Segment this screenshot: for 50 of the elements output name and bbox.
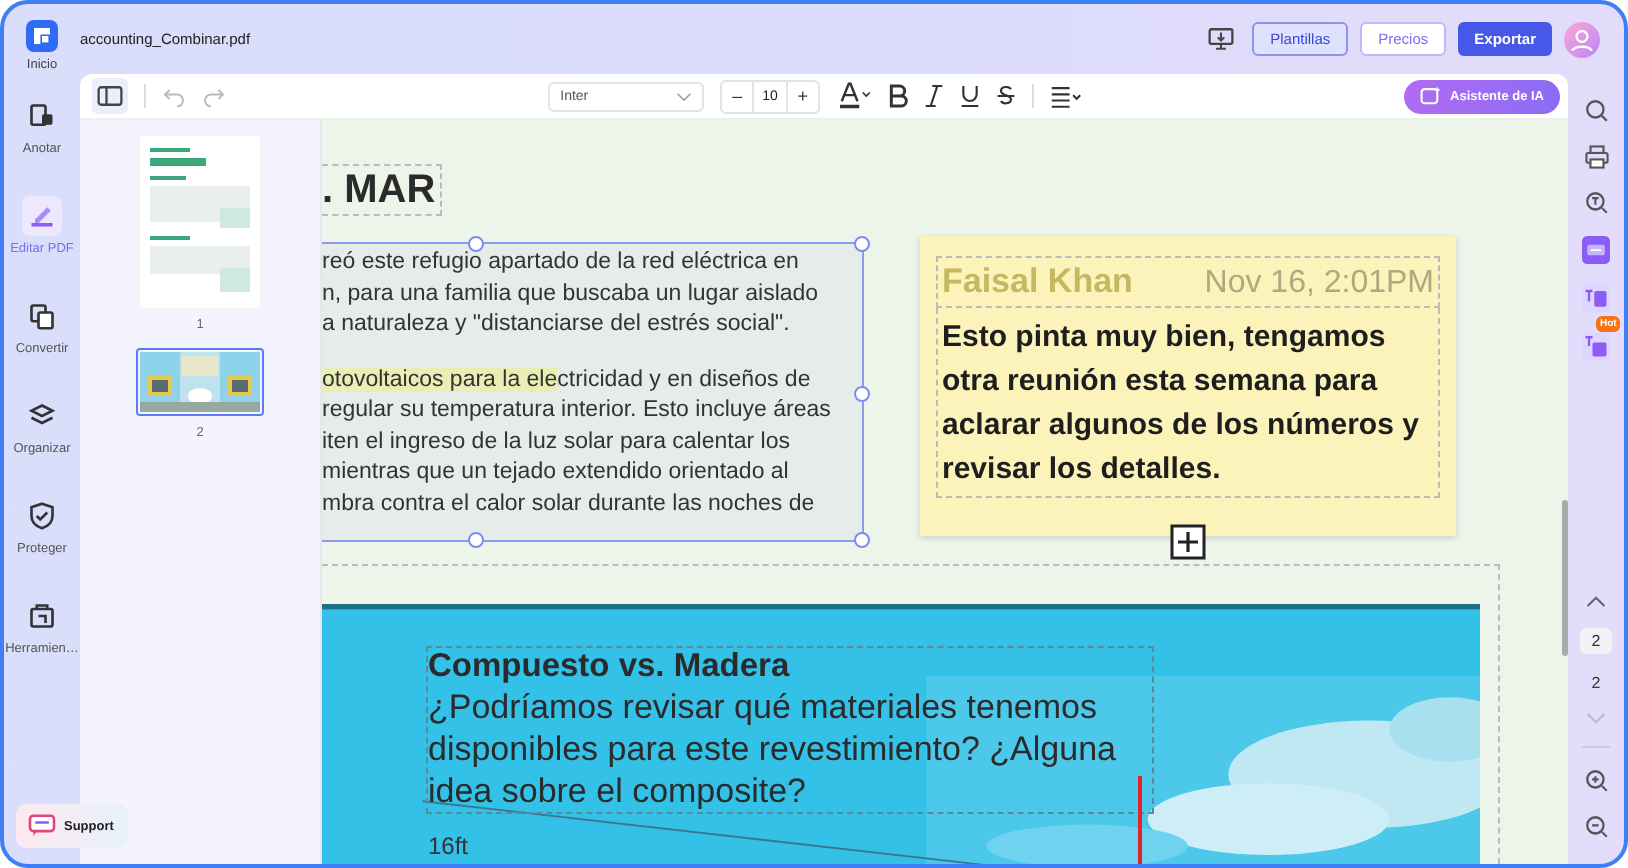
note-author: Faisal Khan — [942, 262, 1133, 302]
sticky-note[interactable]: Faisal Khan Nov 16, 2:01PM Esto pinta muy bien, tengamos otra reunión esta semana para aclarar algunos de los números y revisar los detalles. — [920, 236, 1456, 536]
page-thumbnail[interactable] — [140, 136, 260, 308]
measurement-label: 16ft — [428, 832, 469, 860]
nav-icon — [28, 502, 56, 530]
ai-translate-icon[interactable] — [1582, 332, 1610, 360]
note-date: Nov 16, 2:01PM — [1204, 266, 1434, 302]
photo-comment: Compuesto vs. Madera ¿Podríamos revisar qué materiales tenemos disponibles para este revestimiento? ¿Alguna idea sobre el composite? — [426, 646, 1154, 814]
page-heading: . MAR — [322, 168, 436, 212]
align-icon[interactable] — [1049, 85, 1082, 107]
nav-icon — [28, 202, 56, 230]
nav-icon — [28, 402, 56, 430]
zoom-in-icon[interactable] — [1583, 768, 1609, 794]
italic-icon[interactable] — [923, 84, 944, 108]
article-paragraph: otovoltaicos para la electricidad y en diseños de regular su temperatura interior. Esto incluye áreas iten el ingreso de la luz solar para calentar los mientras que un tejado extendido orientado al mbra contra el calor solar durante las noches de — [322, 365, 833, 519]
nav-icon — [28, 102, 56, 130]
bold-icon[interactable] — [887, 84, 908, 108]
resize-handle[interactable] — [468, 532, 484, 548]
ai-chat-icon[interactable] — [1582, 236, 1610, 264]
text-color-icon[interactable] — [835, 82, 872, 110]
resize-handle[interactable] — [468, 236, 484, 252]
note-text: Esto pinta muy bien, tengamos otra reunión esta semana para aclarar algunos de los números y revisar los detalles. — [936, 308, 1440, 498]
resize-handle[interactable] — [854, 386, 870, 402]
increase-size-button[interactable]: + — [787, 86, 818, 106]
add-icon[interactable] — [1170, 524, 1206, 560]
resize-handle[interactable] — [854, 532, 870, 548]
translate-icon[interactable] — [1582, 284, 1610, 312]
scrollbar[interactable] — [1562, 500, 1568, 656]
avatar-icon[interactable] — [1564, 21, 1600, 57]
resize-handle[interactable] — [854, 236, 870, 252]
page-thumbnail[interactable] — [136, 348, 264, 416]
strikethrough-icon[interactable] — [995, 84, 1016, 108]
zoom-out-icon[interactable] — [1583, 814, 1609, 840]
chat-icon — [28, 814, 56, 838]
print-icon[interactable] — [1583, 144, 1609, 170]
monitor-icon[interactable] — [1208, 26, 1235, 52]
search-icon[interactable] — [1583, 98, 1609, 124]
sidebar-toggle-icon[interactable] — [92, 78, 128, 114]
nav-icon — [28, 302, 56, 330]
nav-icon — [28, 602, 56, 630]
chevron-down-icon — [676, 91, 693, 101]
underline-icon[interactable] — [959, 84, 980, 108]
app-logo-icon[interactable] — [26, 20, 58, 52]
ai-icon — [1420, 85, 1443, 107]
chevron-up-icon[interactable] — [1586, 594, 1606, 608]
decrease-size-button[interactable]: – — [722, 86, 753, 106]
text-search-icon[interactable] — [1583, 190, 1609, 216]
page-input[interactable]: 2 — [1579, 628, 1613, 654]
page-total: 2 — [1591, 674, 1601, 692]
article-paragraph: reó este refugio apartado de la red eléctrica en n, para una familia que buscaba un lugar aislado a naturaleza y "distanciarse del estrés social". — [322, 248, 821, 340]
